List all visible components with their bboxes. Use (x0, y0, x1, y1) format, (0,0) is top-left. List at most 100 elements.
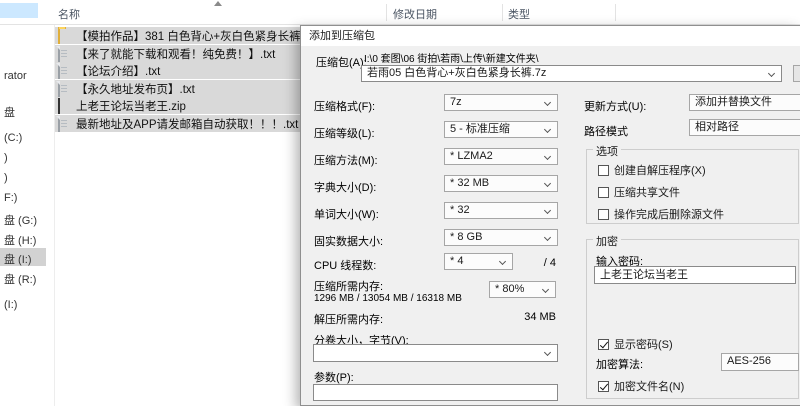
memory-decompress-label: 解压所需内存: (314, 311, 383, 327)
sidebar-item-highlight[interactable] (0, 3, 38, 18)
path-mode-value: 相对路径 (695, 121, 739, 133)
file-name: 最新地址及APP请发邮箱自动获取！！！.txt (76, 116, 298, 132)
column-header-name[interactable]: 名称 (58, 6, 80, 22)
create-sfx-label: 创建自解压程序(X) (614, 162, 706, 178)
txt-file-icon (58, 47, 72, 61)
checkbox-checked-icon[interactable] (598, 381, 609, 392)
file-name: 【模拍作品】381 白色背心+灰白色紧身长裤 (76, 28, 301, 44)
delete-after-label: 操作完成后删除源文件 (614, 206, 724, 222)
file-row[interactable]: 【模拍作品】381 白色背心+灰白色紧身长裤 (55, 27, 302, 44)
memory-compress-detail: 1296 MB / 13054 MB / 16318 MB (314, 293, 462, 304)
chevron-down-icon (542, 286, 549, 293)
cpu-threads-combo[interactable]: * 4 (444, 253, 513, 270)
txt-file-icon (58, 117, 72, 131)
word-size-combo[interactable]: * 32 (444, 202, 558, 219)
column-separator[interactable] (386, 4, 387, 21)
format-combo[interactable]: 7z (444, 94, 558, 111)
checkbox-icon[interactable] (598, 165, 609, 176)
sidebar-item-user[interactable]: rator (4, 70, 27, 82)
method-combo[interactable]: * LZMA2 (444, 148, 558, 165)
cpu-threads-max: / 4 (531, 257, 556, 269)
chevron-down-icon (544, 180, 551, 187)
show-password-checkbox-row[interactable]: 显示密码(S) (598, 336, 673, 352)
checkbox-icon[interactable] (598, 187, 609, 198)
chevron-down-icon (499, 258, 506, 265)
parameters-input[interactable] (313, 384, 558, 401)
encrypt-filenames-checkbox-row[interactable]: 加密文件名(N) (598, 378, 684, 394)
level-label: 压缩等级(L): (314, 125, 375, 141)
sidebar-item-drive-h[interactable]: 盘 (H:) (4, 232, 36, 248)
sidebar-item-drive-i[interactable]: (I:) (4, 299, 17, 311)
txt-file-icon (58, 64, 72, 78)
sidebar-item-drive[interactable]: ) (4, 172, 8, 184)
sidebar-item-drive-g[interactable]: 盘 (G:) (4, 212, 37, 228)
encryption-group-label: 加密 (593, 233, 621, 249)
sidebar-item-drive-i-selected[interactable]: 盘 (I:) (4, 251, 32, 267)
create-sfx-checkbox-row[interactable]: 创建自解压程序(X) (598, 162, 706, 178)
cpu-threads-value: * 4 (450, 255, 463, 267)
memory-percent-combo[interactable]: * 80% (489, 281, 556, 298)
split-volume-combo[interactable] (313, 344, 558, 362)
file-row[interactable]: 【永久地址发布页】.txt (55, 80, 302, 97)
sidebar-item-drive-r[interactable]: 盘 (R:) (4, 271, 36, 287)
chevron-down-icon (544, 153, 551, 160)
file-row[interactable]: 【论坛介绍】.txt (55, 62, 302, 79)
parameters-label: 参数(P): (314, 369, 354, 385)
delete-after-checkbox-row[interactable]: 操作完成后删除源文件 (598, 206, 724, 222)
file-name: 【永久地址发布页】.txt (76, 81, 195, 97)
zip-file-icon (58, 99, 72, 113)
chevron-down-icon (544, 99, 551, 106)
sidebar-item-drive-f[interactable]: F:) (4, 192, 17, 204)
method-value: * LZMA2 (450, 150, 493, 162)
solid-block-value: * 8 GB (450, 231, 482, 243)
folder-icon (58, 29, 72, 43)
path-mode-combo[interactable]: 相对路径 (689, 119, 800, 136)
encrypt-filenames-label: 加密文件名(N) (614, 378, 684, 394)
add-to-archive-dialog: 添加到压缩包 压缩包(A): I:\0 套图\06 街拍\若雨\上传\新建文件夹… (300, 25, 800, 406)
file-row[interactable]: 【来了就能下载和观看！纯免费！】.txt (55, 45, 302, 62)
memory-decompress-value: 34 MB (496, 311, 556, 323)
file-name: 【来了就能下载和观看！纯免费！】.txt (76, 46, 275, 62)
archive-name-value: 若雨05 白色背心+灰白色紧身长裤.7z (367, 67, 546, 79)
txt-file-icon (58, 82, 72, 96)
solid-block-combo[interactable]: * 8 GB (444, 229, 558, 246)
checkbox-checked-icon[interactable] (598, 339, 609, 350)
sidebar-item-drive[interactable]: ) (4, 152, 8, 164)
word-size-value: * 32 (450, 204, 470, 216)
memory-compress-label: 压缩所需内存: (314, 278, 383, 294)
chevron-down-icon (544, 207, 551, 214)
update-mode-combo[interactable]: 添加并替换文件 (689, 94, 800, 111)
column-separator[interactable] (615, 4, 616, 21)
column-header-date-modified[interactable]: 修改日期 (393, 6, 437, 22)
chevron-down-icon (768, 70, 775, 77)
cpu-threads-label: CPU 线程数: (314, 257, 376, 273)
password-input[interactable]: 上老王论坛当老王 (594, 266, 796, 284)
sidebar-item-drive[interactable]: 盘 (4, 104, 15, 120)
checkbox-icon[interactable] (598, 209, 609, 220)
dialog-title: 添加到压缩包 (301, 26, 800, 46)
browse-button[interactable] (793, 65, 800, 82)
dictionary-value: * 32 MB (450, 177, 489, 189)
chevron-down-icon (544, 126, 551, 133)
sidebar-item-drive-c[interactable]: (C:) (4, 132, 22, 144)
archive-name-combo[interactable]: 若雨05 白色背心+灰白色紧身长裤.7z (361, 65, 782, 82)
show-password-label: 显示密码(S) (614, 336, 673, 352)
file-name: 上老王论坛当老王.zip (76, 98, 186, 114)
file-row[interactable]: 上老王论坛当老王.zip (55, 97, 302, 114)
format-value: 7z (450, 96, 462, 108)
column-header-type[interactable]: 类型 (508, 6, 530, 22)
level-combo[interactable]: 5 - 标准压缩 (444, 121, 558, 138)
level-value: 5 - 标准压缩 (450, 123, 510, 135)
memory-percent-value: * 80% (495, 283, 524, 295)
compress-shared-checkbox-row[interactable]: 压缩共享文件 (598, 184, 680, 200)
column-separator[interactable] (502, 4, 503, 21)
chevron-down-icon (544, 234, 551, 241)
encryption-method-combo[interactable]: AES-256 (721, 353, 799, 371)
encryption-method-label: 加密算法: (596, 356, 643, 372)
update-mode-label: 更新方式(U): (584, 98, 646, 114)
encryption-method-value: AES-256 (727, 355, 771, 367)
dictionary-combo[interactable]: * 32 MB (444, 175, 558, 192)
file-row[interactable]: 最新地址及APP请发邮箱自动获取！！！.txt (55, 115, 302, 132)
format-label: 压缩格式(F): (314, 98, 375, 114)
solid-block-label: 固实数据大小: (314, 233, 383, 249)
